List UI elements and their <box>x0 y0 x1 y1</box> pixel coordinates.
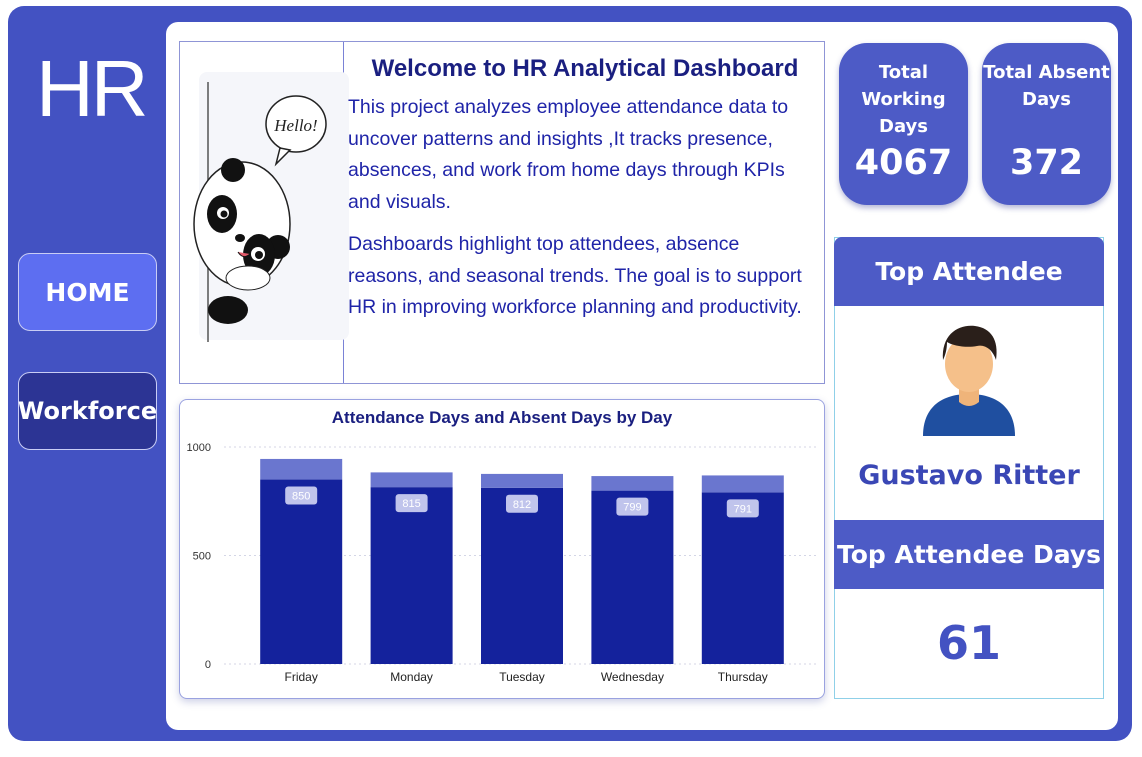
x-tick-label: Tuesday <box>499 670 545 684</box>
y-tick-label: 1000 <box>187 442 211 454</box>
attendance-chart-card: Attendance Days and Absent Days by Day 0… <box>179 399 825 699</box>
y-tick-label: 0 <box>205 659 211 671</box>
bar-absent <box>591 476 674 491</box>
nav-home-button[interactable]: HOME <box>18 253 157 331</box>
kpi-value: 372 <box>1009 143 1084 183</box>
welcome-card: Hello! Welcome to HR Analytical Dashboar… <box>179 41 825 384</box>
nav-home-label: HOME <box>45 277 130 307</box>
x-tick-label: Monday <box>390 670 433 684</box>
bar-attendance <box>701 492 784 664</box>
bar-absent <box>260 458 343 480</box>
nav-workforce-label: Workforce <box>17 397 158 425</box>
data-label: 791 <box>734 503 752 515</box>
x-tick-label: Friday <box>285 670 318 684</box>
hello-text: Hello! <box>273 116 317 135</box>
kpi-label: Total Absent Days <box>983 62 1110 110</box>
attendance-bar-chart: 0 500 1000 850 Friday 815 Monday 812 Tuesday 799 W… <box>187 442 816 684</box>
welcome-paragraph-2: Dashboards highlight top attendees, abse… <box>348 233 802 318</box>
welcome-paragraph-1: This project analyzes employee attendanc… <box>348 96 789 213</box>
welcome-title: Welcome to HR Analytical Dashboard <box>371 55 799 82</box>
kpi-value: 4067 <box>854 143 953 183</box>
user-avatar-icon <box>923 325 1015 436</box>
data-label: 815 <box>402 498 420 510</box>
kpi-total-absent-days: Total Absent Days 372 <box>982 43 1111 205</box>
bar-absent <box>481 473 563 488</box>
kpi-total-working-days: Total Working Days 4067 <box>839 43 968 205</box>
panda-illustration: Hello! <box>193 82 327 342</box>
bar-attendance <box>370 487 453 664</box>
y-tick-label: 500 <box>193 551 211 563</box>
bar-attendance <box>260 479 343 664</box>
data-label: 850 <box>292 491 310 503</box>
data-label: 799 <box>623 502 641 514</box>
top-attendee-card: Top Attendee Gustavo Ritter Top Attendee… <box>834 237 1104 699</box>
welcome-illustration: Hello! <box>180 42 349 383</box>
top-attendee-name: Gustavo Ritter <box>858 460 1080 491</box>
bar-absent <box>370 472 453 488</box>
bar-attendance <box>591 490 674 664</box>
bar-attendance <box>481 487 563 664</box>
kpi-label: Total Working Days <box>861 62 946 137</box>
brand-logo: HR <box>36 44 149 133</box>
top-attendee-days-value: 61 <box>936 616 1001 670</box>
bar-absent <box>701 475 784 493</box>
x-tick-label: Wednesday <box>601 670 664 684</box>
top-attendee-header: Top Attendee <box>834 237 1104 306</box>
x-tick-label: Thursday <box>718 670 768 684</box>
nav-workforce-button[interactable]: Workforce <box>18 372 157 450</box>
data-label: 812 <box>513 499 531 511</box>
top-attendee-days-header: Top Attendee Days <box>834 520 1104 589</box>
welcome-description: This project analyzes employee attendanc… <box>348 92 818 324</box>
